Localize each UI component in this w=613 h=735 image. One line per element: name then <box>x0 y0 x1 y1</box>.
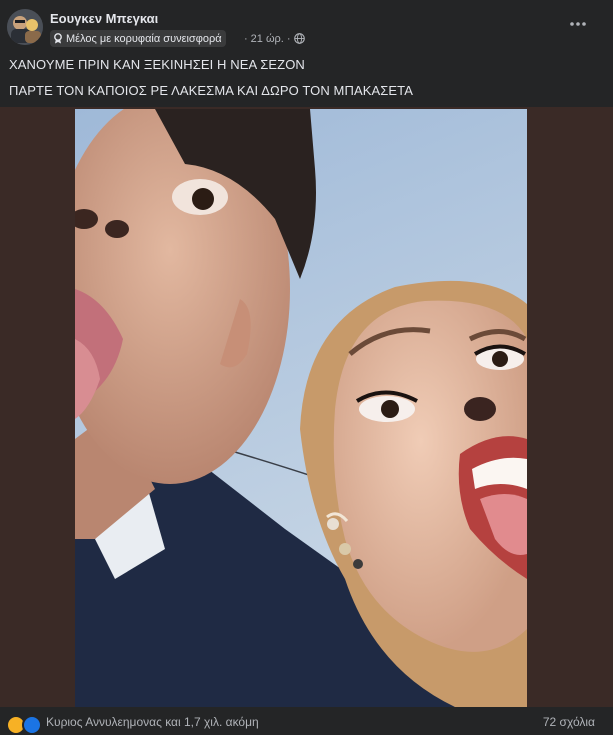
post-meta: · 21 ώρ. · <box>244 30 305 47</box>
facebook-post: Εουγκεν Μπεγκαι Μέλος με κορυφαία συνεισ… <box>0 0 613 735</box>
globe-icon <box>293 33 305 44</box>
photo-illustration <box>75 109 527 707</box>
post-media[interactable] <box>0 107 613 707</box>
avatar-image <box>7 9 43 45</box>
more-options-icon[interactable] <box>569 16 587 26</box>
post-photo[interactable] <box>75 109 527 707</box>
post-header: Εουγκεν Μπεγκαι Μέλος με κορυφαία συνεισ… <box>0 0 613 50</box>
post-text-line-1: ΧΑΝΟΥΜΕ ΠΡΙΝ ΚΑΝ ΞΕΚΙΝΗΣΕΙ Η ΝΕΑ ΣΕΖΟΝ <box>9 57 305 72</box>
like-reaction-icon <box>22 715 42 735</box>
top-contributor-badge[interactable]: Μέλος με κορυφαία συνεισφορά <box>50 30 226 47</box>
post-text-line-2: ΠΑΡΤΕ ΤΟΝ ΚΑΠΟΙΟΣ ΡΕ ΛΑΚΕΣΜΑ ΚΑΙ ΔΩΡΟ ΤΟ… <box>9 83 414 98</box>
badge-icon <box>54 33 62 44</box>
post-footer: Κυριος Αννυλεημονας και 1,7 χιλ. ακόμη 7… <box>0 707 613 735</box>
post-timestamp[interactable]: 21 ώρ. <box>251 33 284 45</box>
author-avatar[interactable] <box>7 9 43 45</box>
author-name[interactable]: Εουγκεν Μπεγκαι <box>50 11 158 26</box>
comments-count[interactable]: 72 σχόλια <box>543 715 595 729</box>
badge-label: Μέλος με κορυφαία συνεισφορά <box>66 32 222 45</box>
reaction-icons[interactable] <box>6 715 42 735</box>
meta-separator: · <box>244 32 248 45</box>
meta-separator-2: · <box>286 32 291 45</box>
reactions-summary[interactable]: Κυριος Αννυλεημονας και 1,7 χιλ. ακόμη <box>46 715 259 729</box>
